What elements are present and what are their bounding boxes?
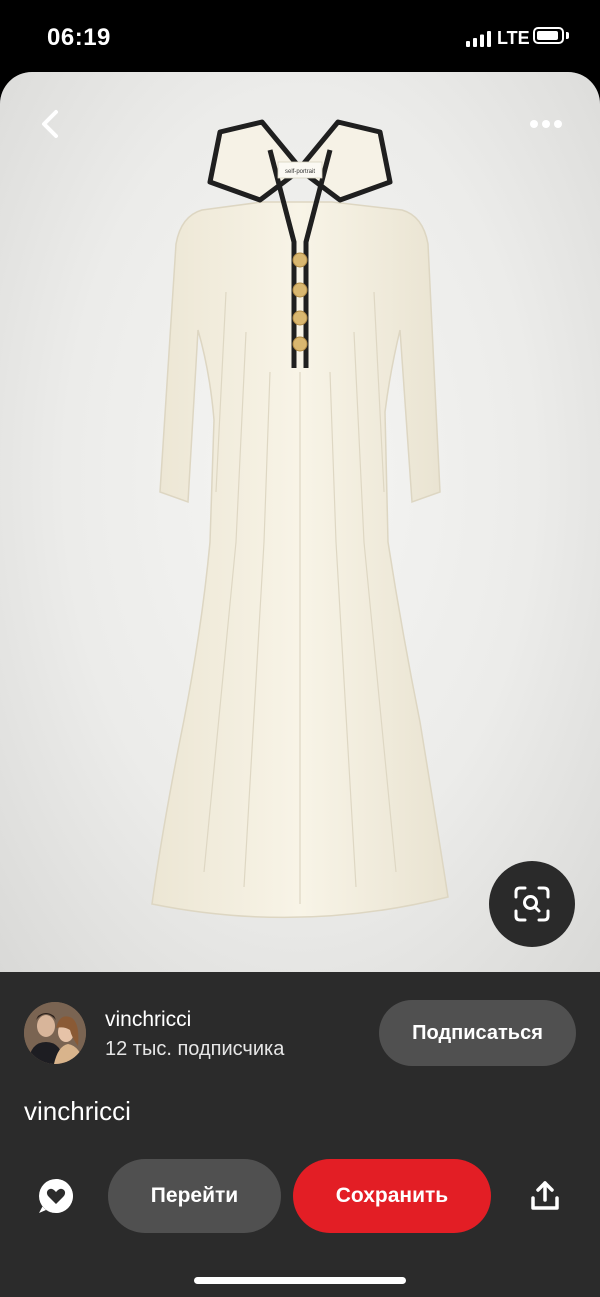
pin-title: vinchricci xyxy=(24,1096,131,1126)
status-bar: 06:19 LTE xyxy=(0,0,600,72)
author-row: vinchricci 12 тыс. подписчика Подписатьс… xyxy=(0,972,600,1092)
more-options-icon[interactable] xyxy=(526,114,566,134)
back-chevron-icon[interactable] xyxy=(34,106,68,142)
follower-count: 12 тыс. подписчика xyxy=(105,1038,285,1060)
author-avatar[interactable] xyxy=(24,1002,86,1064)
network-type: LTE xyxy=(497,28,530,48)
brand-label: self-portrait xyxy=(285,169,315,175)
avatar-photo xyxy=(24,1002,86,1064)
lens-search-icon xyxy=(514,886,550,922)
dress-illustration: self-portrait xyxy=(151,119,449,919)
subscribe-button[interactable]: Подписаться xyxy=(379,1000,576,1066)
battery-tip xyxy=(566,32,569,39)
action-bar: Перейти Сохранить xyxy=(0,1158,600,1234)
go-button[interactable]: Перейти xyxy=(108,1159,281,1233)
status-time: 06:19 xyxy=(47,24,111,51)
battery-icon xyxy=(533,27,564,44)
author-name[interactable]: vinchricci xyxy=(105,1008,191,1032)
save-button[interactable]: Сохранить xyxy=(293,1159,491,1233)
cellular-signal-icon xyxy=(466,31,491,47)
pin-image[interactable]: self-portrait xyxy=(0,72,600,972)
visual-search-button[interactable] xyxy=(489,861,575,947)
home-indicator[interactable] xyxy=(194,1277,406,1284)
pin-sheet: self-portrait vinchricci 12 тыс. подписч… xyxy=(0,72,600,1297)
share-upload-icon[interactable] xyxy=(530,1180,560,1212)
reaction-heart-icon[interactable] xyxy=(36,1176,76,1216)
